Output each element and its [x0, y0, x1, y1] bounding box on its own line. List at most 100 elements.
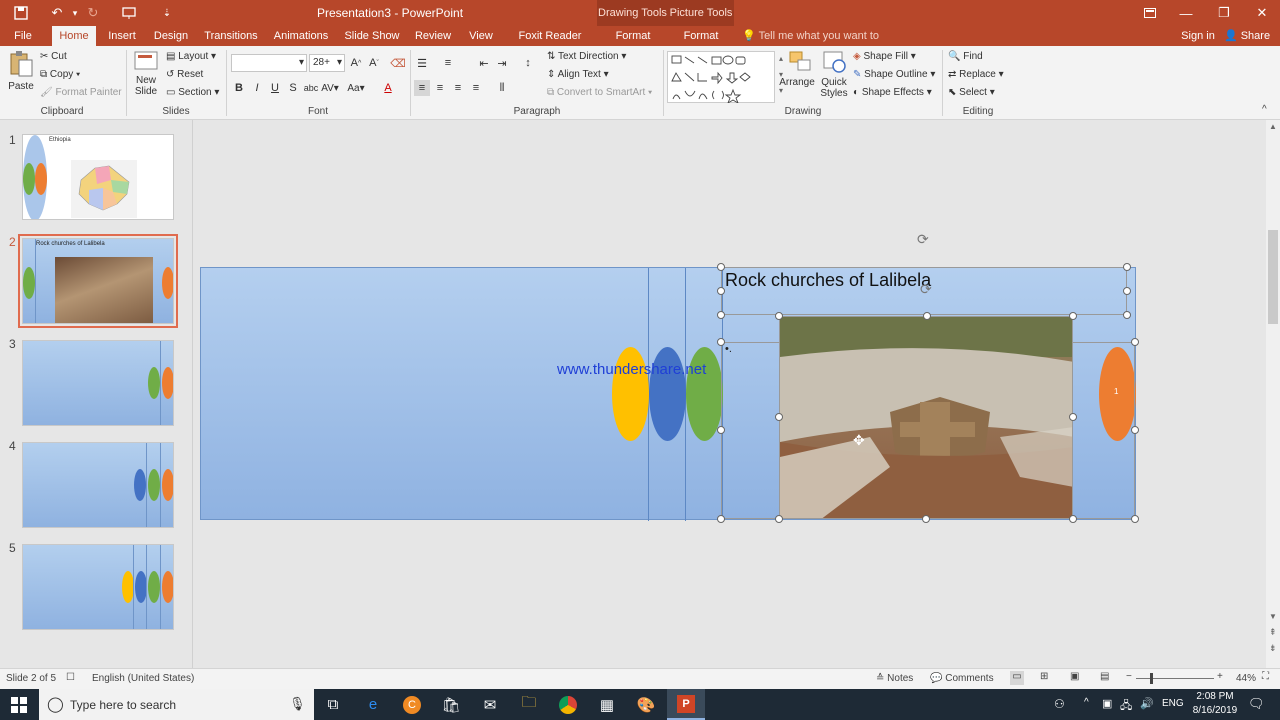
- tab-review[interactable]: Review: [412, 26, 454, 46]
- slide-thumbnail-1[interactable]: Ethiopia: [22, 134, 174, 220]
- calculator-icon[interactable]: ▦: [588, 689, 626, 720]
- arrange-button[interactable]: Arrange: [778, 50, 816, 106]
- next-slide-icon[interactable]: ⇟: [1269, 643, 1277, 654]
- network-icon[interactable]: 🖧: [1120, 697, 1132, 716]
- resize-handle[interactable]: [1131, 515, 1139, 523]
- customize-qat-icon[interactable]: ⇣: [156, 3, 178, 23]
- collapse-ribbon-icon[interactable]: ^: [1262, 104, 1267, 115]
- shadow-icon[interactable]: S: [285, 80, 301, 96]
- cut-button[interactable]: ✂ Cut: [40, 51, 67, 62]
- resize-handle[interactable]: [775, 413, 783, 421]
- zoom-in-icon[interactable]: +: [1217, 671, 1223, 682]
- file-explorer-icon[interactable]: 🗀: [510, 689, 548, 720]
- zoom-slider[interactable]: [1136, 673, 1214, 684]
- restore-icon[interactable]: ❐: [1206, 0, 1242, 26]
- line-spacing-icon[interactable]: ↕: [520, 55, 536, 71]
- paste-button[interactable]: Paste: [6, 50, 36, 104]
- volume-icon[interactable]: 🔊: [1140, 697, 1154, 710]
- slideshow-icon[interactable]: ▤: [1100, 671, 1109, 682]
- resize-handle[interactable]: [1123, 311, 1131, 319]
- present-icon[interactable]: [118, 3, 140, 23]
- resize-handle[interactable]: [1123, 287, 1131, 295]
- decrease-indent-icon[interactable]: ⇤: [476, 55, 492, 71]
- align-text-button[interactable]: ⇕ Align Text ▾: [547, 69, 609, 80]
- resize-handle[interactable]: [1131, 338, 1139, 346]
- character-spacing-icon[interactable]: AV▾: [321, 80, 339, 96]
- select-button[interactable]: ⬉ Select ▾: [948, 87, 995, 98]
- tab-animations[interactable]: Animations: [270, 26, 332, 46]
- spell-check-icon[interactable]: ☐: [66, 672, 75, 683]
- redo-icon[interactable]: ↻: [82, 3, 104, 23]
- columns-icon[interactable]: ⫴: [494, 80, 510, 96]
- new-slide-button[interactable]: New Slide: [130, 50, 162, 104]
- slide-thumbnail-5[interactable]: [22, 544, 174, 630]
- resize-handle[interactable]: [922, 515, 930, 523]
- format-painter-button[interactable]: 🖌 Format Painter: [40, 87, 122, 98]
- resize-handle[interactable]: [775, 312, 783, 320]
- reading-view-icon[interactable]: ▣: [1070, 671, 1079, 682]
- tab-design[interactable]: Design: [150, 26, 192, 46]
- resize-handle[interactable]: [717, 287, 725, 295]
- resize-handle[interactable]: [717, 338, 725, 346]
- slide-thumbnail-4[interactable]: [22, 442, 174, 528]
- save-icon[interactable]: [10, 3, 32, 23]
- tab-file[interactable]: File: [6, 26, 40, 46]
- font-size-input[interactable]: 28+ ▾: [309, 54, 345, 72]
- ribbon-display-icon[interactable]: [1132, 0, 1168, 26]
- language-indicator[interactable]: English (United States): [92, 673, 194, 684]
- minimize-icon[interactable]: —: [1168, 0, 1204, 26]
- find-button[interactable]: 🔍 Find: [948, 51, 983, 62]
- app-c-icon[interactable]: C: [393, 689, 431, 720]
- align-center-icon[interactable]: ≡: [432, 80, 448, 96]
- scroll-thumb[interactable]: [1268, 230, 1278, 324]
- clear-formatting-icon[interactable]: ⌫: [390, 55, 406, 71]
- action-center-icon[interactable]: 🗨: [1248, 696, 1265, 712]
- resize-handle[interactable]: [1131, 426, 1139, 434]
- close-icon[interactable]: ✕: [1244, 0, 1280, 26]
- convert-smartart-button[interactable]: ⧉ Convert to SmartArt ▾: [547, 87, 652, 98]
- share-button[interactable]: 👤 Share: [1222, 26, 1272, 46]
- numbering-icon[interactable]: ≡: [440, 55, 456, 71]
- align-right-icon[interactable]: ≡: [450, 80, 466, 96]
- powerpoint-taskbar-icon[interactable]: P: [667, 689, 705, 720]
- resize-handle[interactable]: [775, 515, 783, 523]
- underline-icon[interactable]: U: [267, 80, 283, 96]
- tab-picture-format[interactable]: Format: [674, 26, 728, 46]
- zoom-level[interactable]: 44%: [1236, 673, 1256, 684]
- sign-in-link[interactable]: Sign in: [1178, 26, 1218, 46]
- font-color-icon[interactable]: A: [380, 80, 396, 96]
- tell-me-box[interactable]: 💡 Tell me what you want to do...: [742, 26, 902, 62]
- resize-handle[interactable]: [1123, 263, 1131, 271]
- italic-icon[interactable]: I: [249, 80, 265, 96]
- resize-handle[interactable]: [923, 312, 931, 320]
- task-view-icon[interactable]: ⧉: [314, 689, 352, 720]
- tab-transitions[interactable]: Transitions: [202, 26, 260, 46]
- replace-button[interactable]: ⇄ Replace ▾: [948, 69, 1004, 80]
- vertical-scrollbar[interactable]: ▲ ▼ ⇞ ⇟: [1266, 120, 1280, 668]
- people-icon[interactable]: ⚇: [1054, 697, 1065, 711]
- align-left-icon[interactable]: ≡: [414, 80, 430, 96]
- clock-time[interactable]: 2:08 PM: [1190, 691, 1240, 702]
- store-icon[interactable]: 🛍: [432, 689, 470, 720]
- resize-handle[interactable]: [1069, 515, 1077, 523]
- tab-view[interactable]: View: [464, 26, 498, 46]
- scroll-down-icon[interactable]: ▼: [1269, 612, 1277, 621]
- shapes-gallery[interactable]: [667, 51, 775, 103]
- windows-start-icon[interactable]: [0, 689, 38, 720]
- grow-font-icon[interactable]: A ^: [348, 55, 364, 71]
- justify-icon[interactable]: ≡: [468, 80, 484, 96]
- strikethrough-icon[interactable]: abc: [303, 80, 319, 96]
- shrink-font-icon[interactable]: Aˇ: [366, 55, 382, 71]
- comments-button[interactable]: 💬 Comments: [930, 673, 994, 684]
- zoom-out-icon[interactable]: −: [1126, 671, 1132, 682]
- layout-button[interactable]: ▤ Layout ▾: [166, 51, 216, 62]
- font-name-input[interactable]: ▾: [231, 54, 307, 72]
- notes-button[interactable]: ≙ Notes: [876, 673, 913, 684]
- input-language[interactable]: ENG: [1162, 698, 1184, 709]
- tab-insert[interactable]: Insert: [104, 26, 140, 46]
- section-button[interactable]: ▭ Section ▾: [166, 87, 219, 98]
- mail-icon[interactable]: ✉: [471, 689, 509, 720]
- text-direction-button[interactable]: ⇅ Text Direction ▾: [547, 51, 626, 62]
- taskbar-search-box[interactable]: ◯ Type here to search 🎙: [39, 689, 314, 720]
- tab-home[interactable]: Home: [52, 26, 96, 46]
